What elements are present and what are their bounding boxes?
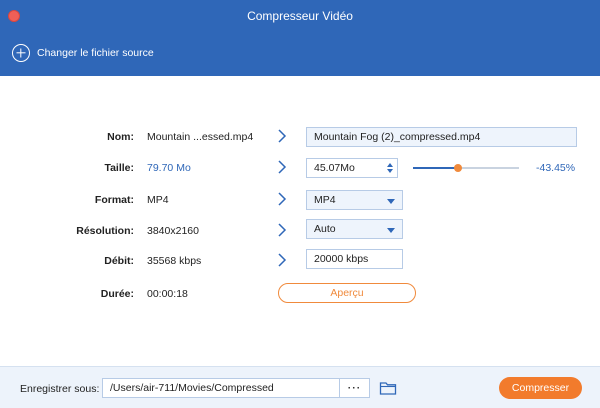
name-label: Nom: (107, 131, 134, 143)
save-as-label: Enregistrer sous: (20, 383, 100, 395)
format-label: Format: (94, 194, 134, 206)
chevron-right-icon (277, 192, 287, 206)
output-path-value: /Users/air-711/Movies/Compressed (110, 382, 274, 394)
bitrate-input[interactable]: 20000 kbps (306, 249, 403, 269)
app-window: Compresseur Vidéo Changer le fichier sou… (0, 0, 600, 408)
compress-button[interactable]: Compresser (499, 377, 582, 399)
size-spin-buttons[interactable] (383, 159, 397, 177)
resolution-label: Résolution: (76, 225, 134, 237)
window-title: Compresseur Vidéo (247, 9, 353, 23)
duration-value: 00:00:18 (147, 288, 188, 300)
size-slider[interactable] (413, 164, 519, 172)
resolution-selected-value: Auto (314, 223, 336, 235)
change-source-button[interactable]: Changer le fichier source (12, 44, 154, 62)
browse-path-button[interactable]: ··· (339, 379, 369, 397)
output-name-input[interactable]: Mountain Fog (2)_compressed.mp4 (306, 127, 577, 147)
output-bitrate-value: 20000 kbps (314, 253, 369, 265)
source-bitrate-value: 35568 kbps (147, 255, 202, 267)
size-reduction-percent: -43.45% (536, 162, 576, 174)
chevron-right-icon (277, 129, 287, 143)
size-label: Taille: (104, 162, 134, 174)
chevron-down-icon (387, 228, 395, 233)
output-size-stepper[interactable]: 45.07Mo (306, 158, 398, 178)
source-resolution-value: 3840x2160 (147, 225, 199, 237)
chevron-down-icon (387, 199, 395, 204)
format-select[interactable]: MP4 (306, 190, 403, 210)
source-size-value: 79.70 Mo (147, 162, 191, 174)
decrement-icon[interactable] (387, 169, 393, 173)
chevron-right-icon (277, 223, 287, 237)
output-path-field[interactable]: /Users/air-711/Movies/Compressed ··· (102, 378, 370, 398)
footer-bar: Enregistrer sous: /Users/air-711/Movies/… (0, 366, 600, 408)
duration-label: Durée: (100, 288, 134, 300)
format-selected-value: MP4 (314, 194, 336, 206)
output-name-value: Mountain Fog (2)_compressed.mp4 (314, 131, 481, 143)
source-name-value: Mountain ...essed.mp4 (147, 131, 254, 143)
increment-icon[interactable] (387, 163, 393, 167)
preview-button[interactable]: Aperçu (278, 283, 416, 303)
bitrate-label: Débit: (104, 255, 134, 267)
plus-circle-icon (12, 44, 30, 62)
change-source-label: Changer le fichier source (37, 47, 154, 59)
header-bar: Compresseur Vidéo Changer le fichier sou… (0, 0, 600, 76)
chevron-right-icon (277, 160, 287, 174)
chevron-right-icon (277, 253, 287, 267)
output-size-value: 45.07Mo (314, 162, 355, 174)
resolution-select[interactable]: Auto (306, 219, 403, 239)
folder-icon[interactable] (379, 380, 397, 396)
size-slider-fill (413, 167, 458, 169)
source-format-value: MP4 (147, 194, 169, 206)
size-slider-thumb[interactable] (453, 164, 462, 172)
